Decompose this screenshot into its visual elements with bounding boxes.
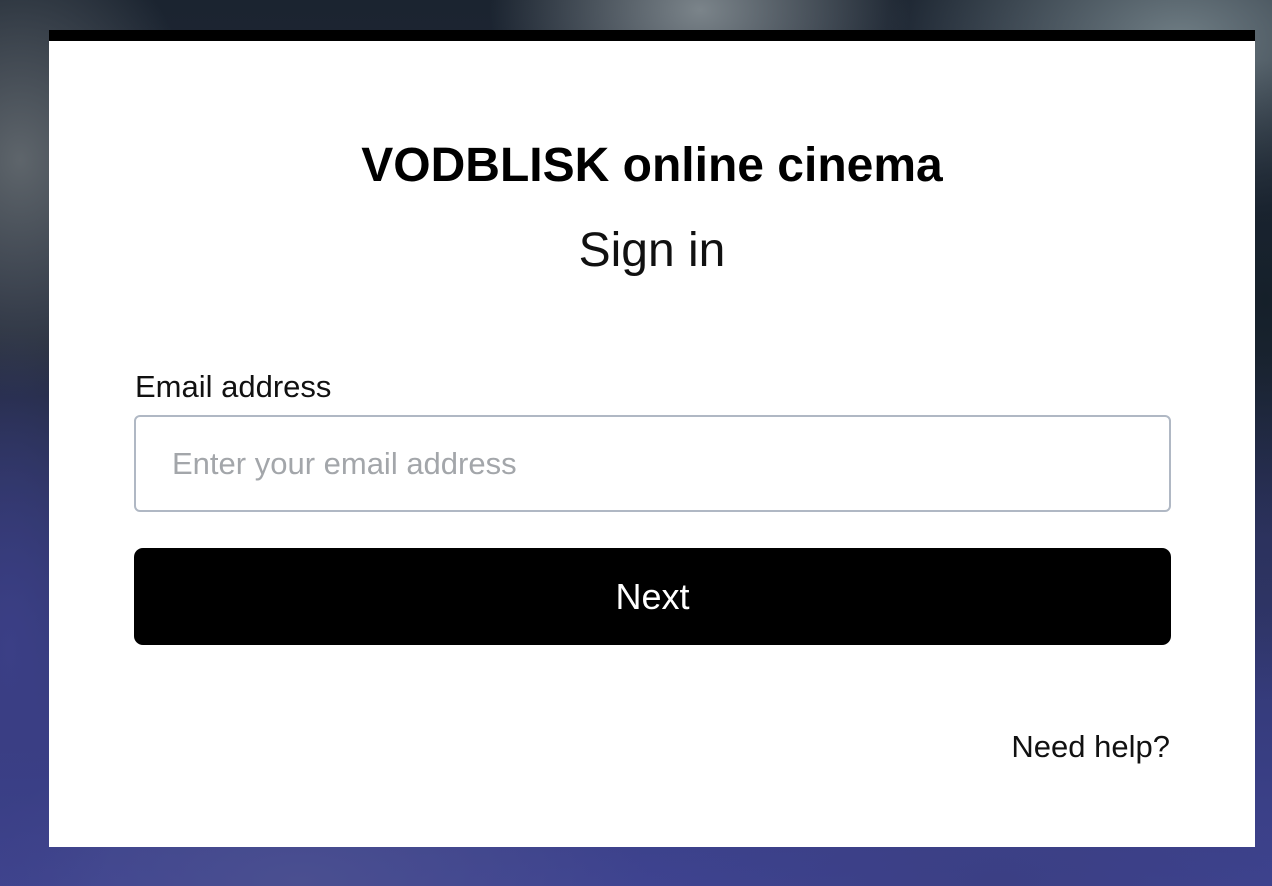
- need-help-link[interactable]: Need help?: [1011, 727, 1170, 767]
- page-title: Sign in: [578, 224, 726, 277]
- email-field-label: Email address: [135, 369, 332, 404]
- sign-in-card: VODBLISK online cinema Sign in Email add…: [49, 30, 1255, 847]
- next-button[interactable]: Next: [134, 548, 1171, 645]
- brand-title: VODBLISK online cinema: [361, 139, 943, 192]
- email-field[interactable]: [134, 415, 1171, 512]
